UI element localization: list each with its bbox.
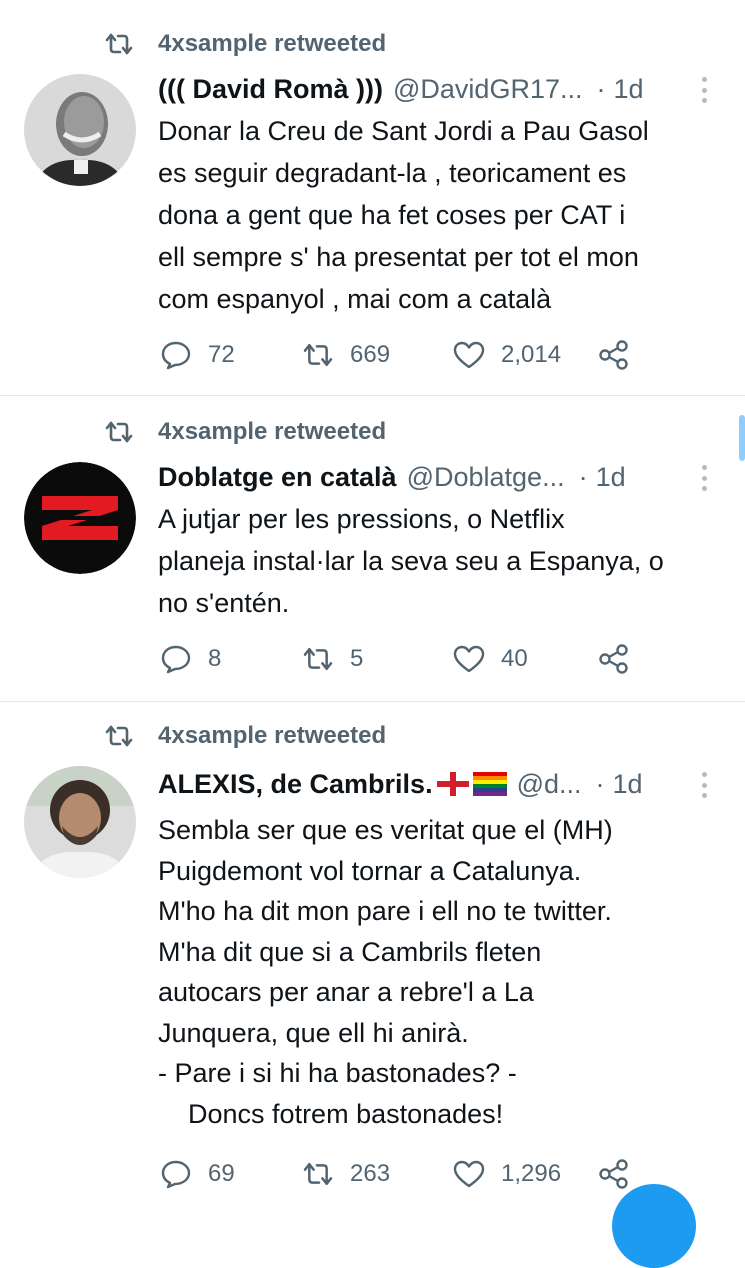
avatar[interactable] — [24, 462, 136, 574]
reply-button[interactable]: 72 — [158, 335, 235, 375]
tweet[interactable]: 4xsample retweeted ((( David Romà ))) @D… — [0, 0, 745, 396]
user-handle[interactable]: @d... — [517, 769, 582, 800]
share-icon — [596, 337, 632, 373]
retweet-indicator: 4xsample retweeted — [104, 29, 386, 59]
rainbow-flag-icon — [472, 772, 507, 796]
display-name[interactable]: ((( David Romà ))) — [158, 74, 383, 105]
timestamp[interactable]: 1d — [613, 74, 643, 105]
timestamp[interactable]: 1d — [596, 462, 626, 493]
flag-emoji-icons — [436, 772, 507, 796]
more-options-icon[interactable] — [701, 77, 707, 103]
separator-dot: · — [595, 768, 605, 799]
tweet-text: A jutjar per les pressions, o Netflix pl… — [158, 504, 664, 618]
retweet-icon — [104, 721, 134, 751]
tweet-text: Donar la Creu de Sant Jordi a Pau Gasol … — [158, 116, 649, 314]
tweet-text: Sembla ser que es veritat que el (MH) Pu… — [158, 815, 613, 1129]
retweeted-by-label[interactable]: 4xsample retweeted — [158, 30, 386, 58]
tweet-actions: 8 5 40 — [158, 639, 658, 679]
share-button[interactable] — [596, 335, 632, 375]
reply-count: 72 — [208, 341, 235, 368]
share-button[interactable] — [596, 1154, 632, 1194]
retweet-indicator: 4xsample retweeted — [104, 417, 386, 447]
like-button[interactable]: 1,296 — [451, 1154, 561, 1194]
tweet-header: ALEXIS, de Cambrils. @d... · 1d — [158, 766, 715, 802]
share-icon — [596, 641, 632, 677]
retweeted-by-label[interactable]: 4xsample retweeted — [158, 418, 386, 446]
reply-count: 69 — [208, 1160, 235, 1187]
scrollbar-thumb[interactable] — [739, 415, 745, 461]
retweet-icon — [104, 29, 134, 59]
display-name[interactable]: ALEXIS, de Cambrils. — [158, 769, 433, 800]
more-options-icon[interactable] — [701, 772, 707, 798]
tweet-header: ((( David Romà ))) @DavidGR17... · 1d — [158, 71, 715, 107]
tweet-actions: 69 263 1,296 — [158, 1154, 658, 1194]
retweet-button[interactable]: 5 — [300, 639, 363, 679]
more-options-icon[interactable] — [701, 465, 707, 491]
tweet[interactable]: 4xsample retweeted ALEXIS, de Cambrils. … — [0, 702, 745, 1200]
tweet[interactable]: 4xsample retweeted Doblatge en català @D… — [0, 396, 745, 702]
tweet-actions: 72 669 2,014 — [158, 335, 658, 375]
retweet-button[interactable]: 263 — [300, 1154, 390, 1194]
like-count: 40 — [501, 645, 528, 672]
heart-icon — [451, 1156, 487, 1192]
like-button[interactable]: 40 — [451, 639, 528, 679]
timestamp[interactable]: 1d — [613, 769, 643, 800]
retweet-icon — [300, 1156, 336, 1192]
retweet-count: 669 — [350, 341, 391, 368]
tweet-header: Doblatge en català @Doblatge... · 1d — [158, 459, 715, 495]
retweet-icon — [300, 641, 336, 677]
heart-icon — [451, 337, 487, 373]
user-handle[interactable]: @DavidGR17... — [393, 74, 582, 105]
retweeted-by-label[interactable]: 4xsample retweeted — [158, 722, 386, 750]
like-button[interactable]: 2,014 — [451, 335, 561, 375]
retweet-icon — [104, 417, 134, 447]
reply-icon — [158, 641, 194, 677]
reply-icon — [158, 337, 194, 373]
share-icon — [596, 1156, 632, 1192]
separator-dot: · — [578, 461, 588, 492]
heart-icon — [451, 641, 487, 677]
like-count: 1,296 — [501, 1160, 562, 1187]
display-name[interactable]: Doblatge en català — [158, 462, 397, 493]
compose-tweet-button[interactable] — [612, 1184, 696, 1268]
avatar[interactable] — [24, 74, 136, 186]
retweet-button[interactable]: 669 — [300, 335, 390, 375]
reply-count: 8 — [208, 645, 222, 672]
user-handle[interactable]: @Doblatge... — [407, 462, 565, 493]
retweet-indicator: 4xsample retweeted — [104, 721, 386, 751]
retweet-count: 263 — [350, 1160, 391, 1187]
reply-button[interactable]: 69 — [158, 1154, 235, 1194]
retweet-count: 5 — [350, 645, 364, 672]
separator-dot: · — [596, 73, 606, 104]
retweet-icon — [300, 337, 336, 373]
avatar[interactable] — [24, 766, 136, 878]
reply-button[interactable]: 8 — [158, 639, 221, 679]
reply-icon — [158, 1156, 194, 1192]
like-count: 2,014 — [501, 341, 562, 368]
share-button[interactable] — [596, 639, 632, 679]
st-george-cross-flag-icon — [436, 772, 469, 796]
